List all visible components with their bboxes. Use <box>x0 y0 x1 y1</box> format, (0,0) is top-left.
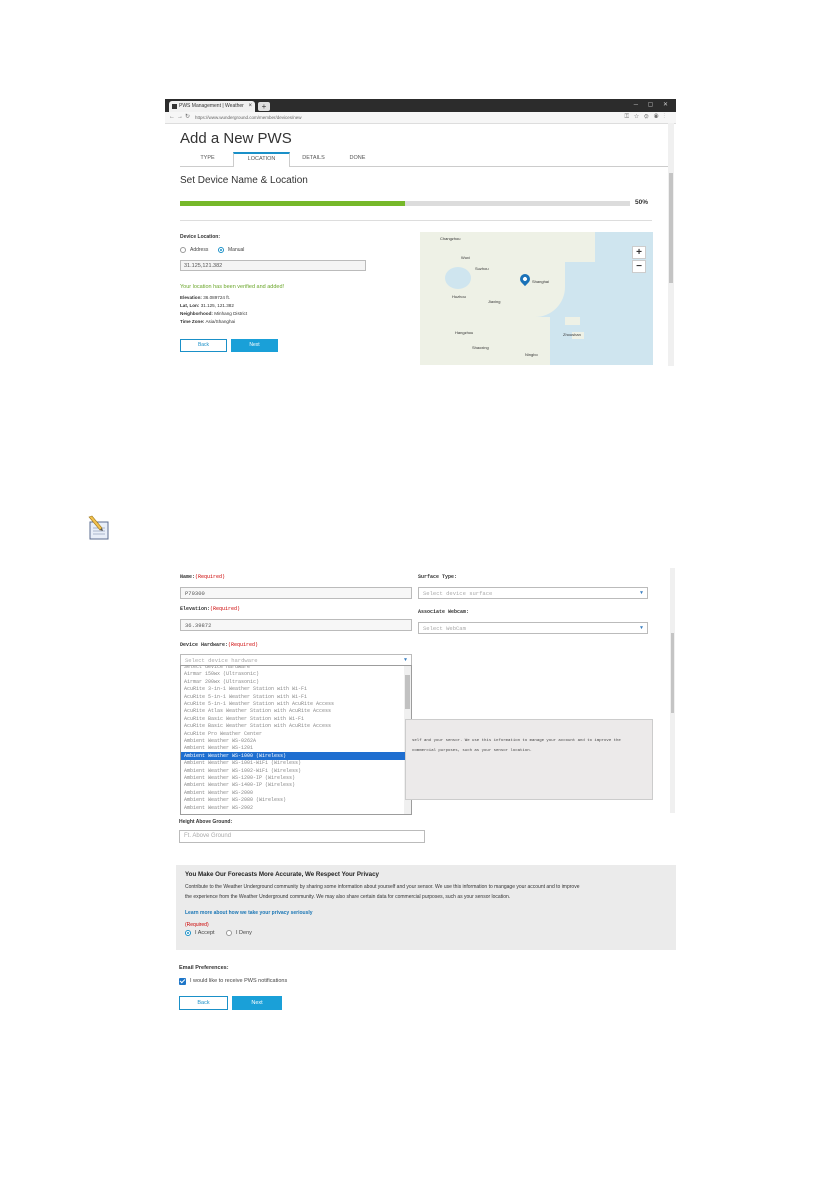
window-controls[interactable]: ─ ▢ ✕ <box>634 101 672 108</box>
chevron-down-icon: ▼ <box>639 590 643 596</box>
favicon-icon <box>172 104 177 109</box>
map-label: Wuxi <box>461 255 470 260</box>
map-label: Huzhou <box>452 294 466 299</box>
privacy-box-obscured <box>405 719 653 800</box>
map-label: Hangzhou <box>455 330 474 335</box>
zoom-out-button[interactable]: − <box>632 260 646 273</box>
next-button[interactable]: Next <box>231 339 278 352</box>
privacy-text-line: self and your sensor. We use this inform… <box>412 739 621 743</box>
page-scrollbar[interactable] <box>668 123 674 366</box>
location-step-screenshot: PWS Management | Weather × + ─ ▢ ✕ ← → ↻… <box>165 99 676 366</box>
privacy-link[interactable]: Learn more about how we take your privac… <box>185 910 313 916</box>
map-label: Shaoxing <box>472 345 489 350</box>
surface-type-placeholder: Select device surface <box>423 590 493 597</box>
forward-arrow-icon[interactable]: → <box>177 112 183 123</box>
back-button[interactable]: Back <box>179 996 228 1010</box>
browser-tab-bar: PWS Management | Weather × + ─ ▢ ✕ <box>165 99 676 112</box>
map-label: Suzhou <box>475 266 489 271</box>
dropdown-scrollbar-thumb[interactable] <box>405 675 410 709</box>
progress-bar <box>180 201 630 206</box>
scrollbar-thumb[interactable] <box>671 633 674 713</box>
map-land <box>535 232 595 262</box>
progress-label: 50% <box>635 199 649 206</box>
tab-location[interactable]: LOCATION <box>233 152 290 167</box>
coordinates-input[interactable]: 31.125,121.382 <box>180 260 366 271</box>
surface-type-label: Surface Type: <box>418 574 458 580</box>
deny-radio[interactable] <box>226 930 232 936</box>
browser-tab-title: PWS Management | Weather <box>179 103 244 109</box>
map-label: Zhoushan <box>563 332 581 337</box>
device-location-label: Device Location: <box>180 234 221 240</box>
webcam-select[interactable]: Select WebCam ▼ <box>418 622 648 634</box>
address-bar: ← → ↻ https://www.wunderground.com/membe… <box>165 112 676 124</box>
manual-radio[interactable] <box>218 247 224 253</box>
page-title: Add a New PWS <box>180 130 292 147</box>
page-scrollbar[interactable] <box>670 568 675 813</box>
scrollbar-thumb[interactable] <box>669 173 673 283</box>
elevation-label: Elevation:(Required) <box>180 606 241 612</box>
url-field[interactable]: https://www.wunderground.com/member/devi… <box>195 113 605 122</box>
required-note: (Required) <box>185 922 209 928</box>
back-button[interactable]: Back <box>180 339 227 352</box>
email-notifications-checkbox[interactable] <box>179 978 186 985</box>
map-island <box>565 317 580 325</box>
back-arrow-icon[interactable]: ← <box>169 112 175 123</box>
neighborhood-info: Neighborhood: Minhang District <box>180 311 248 316</box>
timezone-info: Time Zone: Asia/Shanghai <box>180 319 236 324</box>
chevron-down-icon: ▼ <box>639 625 643 631</box>
tab-type[interactable]: TYPE <box>180 152 235 164</box>
address-radio-label: Address <box>190 247 209 253</box>
hardware-option[interactable]: Ambient Weather WS-2902 <box>181 804 405 812</box>
surface-type-select[interactable]: Select device surface ▼ <box>418 587 648 599</box>
email-checkbox-label: I would like to receive PWS notification… <box>190 978 288 984</box>
tab-done[interactable]: DONE <box>330 152 385 164</box>
extension-icons[interactable]: ⚿☆⚙◉⋮ <box>624 112 670 123</box>
height-label: Height Above Ground: <box>179 819 233 825</box>
progress-fill <box>180 201 405 206</box>
map-label: Shanghai <box>532 279 549 284</box>
latlon-info: Lat, Lon: 31.125, 121.382 <box>180 303 234 308</box>
email-preferences-label: Email Preferences: <box>179 965 229 971</box>
privacy-text-line: commercial purposes, such as your sensor… <box>412 749 533 753</box>
next-button[interactable]: Next <box>232 996 282 1010</box>
map-label: Ningbo <box>525 352 538 357</box>
accept-radio[interactable] <box>185 930 191 936</box>
section-title: Set Device Name & Location <box>180 175 308 186</box>
address-radio[interactable] <box>180 247 186 253</box>
details-step-screenshot: Name:(Required) P70300 Elevation:(Requir… <box>176 568 676 1013</box>
new-tab-button[interactable]: + <box>258 102 270 111</box>
name-input[interactable]: P70300 <box>180 587 412 599</box>
accept-radio-label: I Accept <box>195 930 215 936</box>
map-label: Jiaxing <box>488 299 501 304</box>
manual-radio-label: Manual <box>228 247 245 253</box>
map-label: Changzhou <box>440 236 461 241</box>
device-hardware-dropdown[interactable]: Select device hardware Airmar 150wx (Ultr… <box>180 665 412 815</box>
step-tabs: TYPE LOCATION DETAILS DONE <box>180 152 668 167</box>
webcam-label: Associate Webcam: <box>418 609 470 615</box>
verified-message: Your location has been verified and adde… <box>180 284 285 290</box>
note-pencil-icon <box>86 515 112 541</box>
webcam-placeholder: Select WebCam <box>423 625 466 632</box>
device-hardware-label: Device Hardware:(Required) <box>180 642 259 648</box>
map-land <box>495 257 565 317</box>
height-input[interactable]: Ft. Above Ground <box>179 830 425 843</box>
privacy-text-line: Contribute to the Weather Underground co… <box>185 884 580 890</box>
name-label: Name:(Required) <box>180 574 226 580</box>
elevation-info: Elevation: 36.089724 ft. <box>180 295 231 300</box>
elevation-input[interactable]: 36.39872 <box>180 619 412 631</box>
reload-icon[interactable]: ↻ <box>185 112 190 123</box>
taihu-lake <box>445 267 471 289</box>
browser-tab[interactable]: PWS Management | Weather × <box>169 101 255 112</box>
privacy-text-line: the experience from the Weather Undergro… <box>185 894 511 900</box>
device-hardware-placeholder: Select device hardware <box>185 657 258 664</box>
close-tab-icon[interactable]: × <box>248 101 252 112</box>
map-land <box>460 317 550 365</box>
zoom-in-button[interactable]: + <box>632 246 646 259</box>
divider <box>180 220 652 221</box>
privacy-title: You Make Our Forecasts More Accurate, We… <box>185 871 379 878</box>
deny-radio-label: I Deny <box>236 930 252 936</box>
